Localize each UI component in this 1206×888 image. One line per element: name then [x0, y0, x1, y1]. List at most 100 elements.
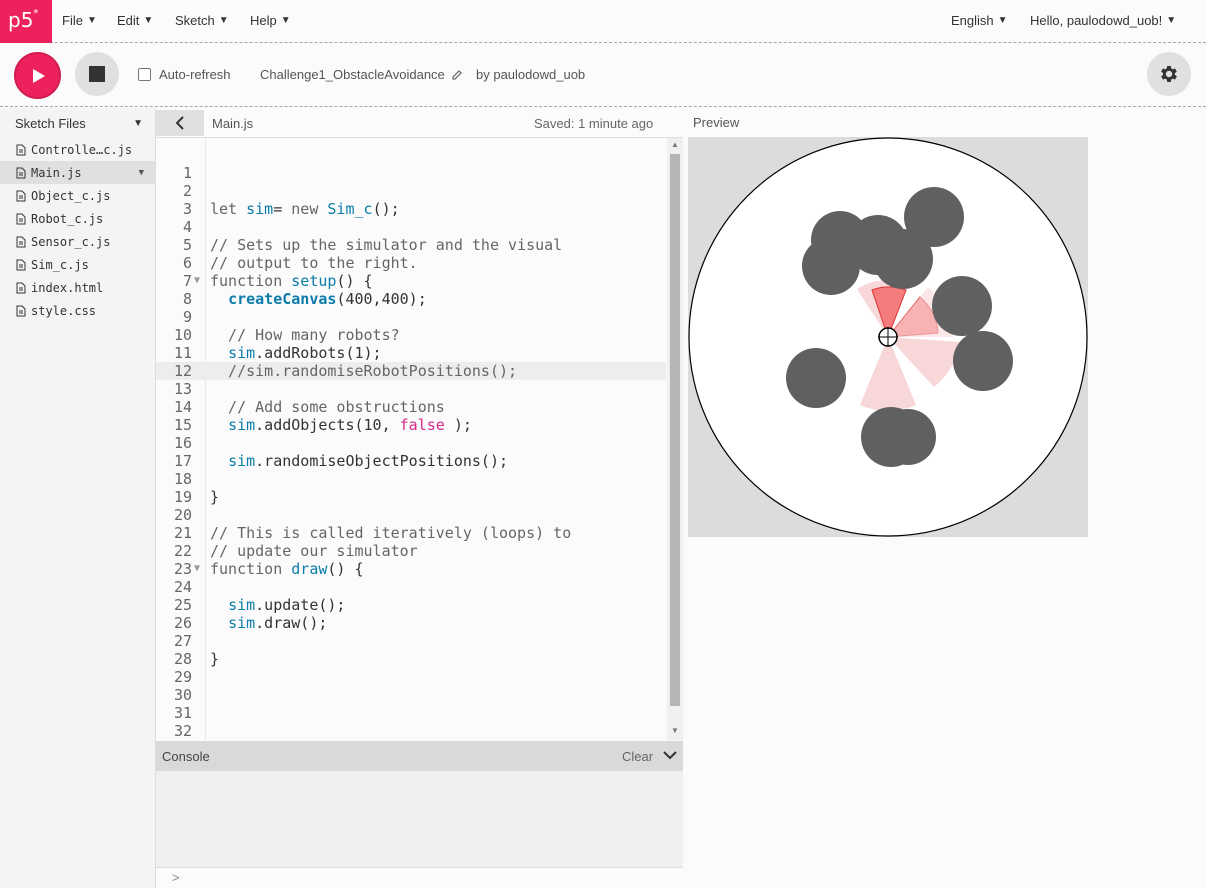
- line-number: 3: [182, 200, 192, 218]
- console-clear-button[interactable]: Clear: [622, 749, 653, 764]
- code-line[interactable]: 5 // Sets up the simulator and the visual: [156, 236, 666, 254]
- sidebar-file-item[interactable]: Robot_c.js: [0, 207, 155, 230]
- code-line[interactable]: 30: [156, 686, 666, 704]
- sidebar-file-item[interactable]: Controlle…c.js: [0, 138, 155, 161]
- caret-down-icon: ▼: [143, 15, 154, 26]
- code-line[interactable]: 17 sim.randomiseObjectPositions();: [156, 452, 666, 470]
- caret-down-icon[interactable]: ▼: [139, 168, 144, 178]
- gear-icon: [1161, 66, 1177, 82]
- code-text: sim.draw();: [210, 614, 327, 632]
- code-text: sim.addObjects(10, false );: [210, 416, 472, 434]
- collapse-sidebar-button[interactable]: [156, 110, 204, 136]
- code-line[interactable]: 2: [156, 182, 666, 200]
- code-line[interactable]: 19}: [156, 488, 666, 506]
- sidebar-file-item[interactable]: Object_c.js: [0, 184, 155, 207]
- code-line[interactable]: 15 sim.addObjects(10, false );: [156, 416, 666, 434]
- code-text: // How many robots?: [210, 326, 400, 344]
- chevron-down-icon[interactable]: [663, 750, 677, 760]
- code-token: // Add some obstructions: [210, 398, 445, 416]
- code-line[interactable]: 31: [156, 704, 666, 722]
- menu-edit[interactable]: Edit ▼: [117, 13, 153, 28]
- code-line[interactable]: 26 sim.draw();: [156, 614, 666, 632]
- code-line[interactable]: 14 // Add some obstructions: [156, 398, 666, 416]
- code-line[interactable]: 8 createCanvas(400,400);: [156, 290, 666, 308]
- project-name[interactable]: Challenge1_ObstacleAvoidance: [260, 67, 463, 82]
- menu-file[interactable]: File ▼: [62, 13, 97, 28]
- code-line[interactable]: 21 // This is called iteratively (loops) …: [156, 524, 666, 542]
- auto-refresh-checkbox[interactable]: [138, 68, 151, 81]
- menu-sketch-label: Sketch: [175, 13, 215, 28]
- play-button[interactable]: [14, 52, 61, 99]
- code-line[interactable]: 27: [156, 632, 666, 650]
- file-icon: [16, 236, 26, 247]
- scroll-down-icon[interactable]: ▼: [671, 726, 679, 735]
- code-line[interactable]: 7 ▼ function setup() {: [156, 272, 666, 290]
- sidebar-file-item[interactable]: style.css: [0, 299, 155, 322]
- preview-canvas[interactable]: [688, 137, 1088, 537]
- editor-tab-name: Main.js: [212, 116, 254, 131]
- code-line[interactable]: 22 // update our simulator: [156, 542, 666, 560]
- code-line[interactable]: 12 //sim.randomiseRobotPositions();: [156, 362, 666, 380]
- code-text: // Add some obstructions: [210, 398, 445, 416]
- user-menu[interactable]: Hello, paulodowd_uob! ▼: [1030, 13, 1176, 28]
- code-line[interactable]: 16: [156, 434, 666, 452]
- code-line[interactable]: 32: [156, 722, 666, 740]
- p5-logo[interactable]: p5*: [0, 0, 52, 43]
- code-line[interactable]: 4: [156, 218, 666, 236]
- code-line[interactable]: 1: [156, 164, 666, 182]
- scroll-up-icon[interactable]: ▲: [671, 140, 679, 149]
- user-greeting: Hello, paulodowd_uob!: [1030, 13, 1163, 28]
- sidebar-header[interactable]: Sketch Files ▼: [0, 108, 155, 138]
- fold-icon[interactable]: ▼: [194, 272, 200, 290]
- code-text: createCanvas(400,400);: [210, 290, 427, 308]
- file-icon: [16, 259, 26, 270]
- caret-down-icon: ▼: [997, 15, 1008, 26]
- fold-icon[interactable]: ▼: [194, 560, 200, 578]
- line-number: 20: [173, 506, 192, 524]
- code-line[interactable]: 20: [156, 506, 666, 524]
- code-line[interactable]: 18: [156, 470, 666, 488]
- code-token: () {: [336, 272, 373, 290]
- code-token: // This is called iteratively (loops) to: [210, 524, 572, 542]
- code-line[interactable]: 10 // How many robots?: [156, 326, 666, 344]
- code-line[interactable]: 28}: [156, 650, 666, 668]
- caret-down-icon: ▼: [1166, 15, 1177, 26]
- line-number: 27: [173, 632, 192, 650]
- code-line[interactable]: 13: [156, 380, 666, 398]
- code-line[interactable]: 25 sim.update();: [156, 596, 666, 614]
- code-line[interactable]: 23 ▼ function draw() {: [156, 560, 666, 578]
- code-text: // update our simulator: [210, 542, 418, 560]
- settings-button[interactable]: [1147, 52, 1191, 96]
- sidebar-file-item[interactable]: Main.js ▼: [0, 161, 155, 184]
- sidebar-file-item[interactable]: index.html: [0, 276, 155, 299]
- editor-scrollbar[interactable]: ▲ ▼: [667, 138, 683, 740]
- menu-sketch[interactable]: Sketch ▼: [175, 13, 229, 28]
- stop-button[interactable]: [75, 52, 119, 96]
- menu-help-label: Help: [250, 13, 277, 28]
- code-editor[interactable]: 1 2 3 let sim= new Sim_c(); 4 5// Sets up the…: [156, 138, 683, 740]
- code-line[interactable]: 24: [156, 578, 666, 596]
- menu-file-label: File: [62, 13, 83, 28]
- code-text: // output to the right.: [210, 254, 418, 272]
- sidebar-file-item[interactable]: Sim_c.js: [0, 253, 155, 276]
- language-menu[interactable]: English ▼: [951, 13, 1008, 28]
- console-prompt: >: [172, 870, 180, 885]
- sidebar-file-item[interactable]: Sensor_c.js: [0, 230, 155, 253]
- code-token: () {: [327, 560, 364, 578]
- code-line[interactable]: 29: [156, 668, 666, 686]
- sidebar-file-label: Sim_c.js: [31, 257, 89, 272]
- sidebar-title: Sketch Files: [15, 115, 86, 131]
- console-input[interactable]: >: [156, 867, 683, 888]
- code-line[interactable]: 6 // output to the right.: [156, 254, 666, 272]
- caret-down-icon[interactable]: ▼: [133, 118, 143, 129]
- code-line[interactable]: 3 let sim= new Sim_c();: [156, 200, 666, 218]
- code-line[interactable]: 11 sim.addRobots(1);: [156, 344, 666, 362]
- menu-help[interactable]: Help ▼: [250, 13, 291, 28]
- scrollbar-thumb[interactable]: [670, 154, 680, 706]
- code-line[interactable]: 9: [156, 308, 666, 326]
- obstacle: [953, 331, 1013, 391]
- pencil-icon[interactable]: [451, 69, 463, 81]
